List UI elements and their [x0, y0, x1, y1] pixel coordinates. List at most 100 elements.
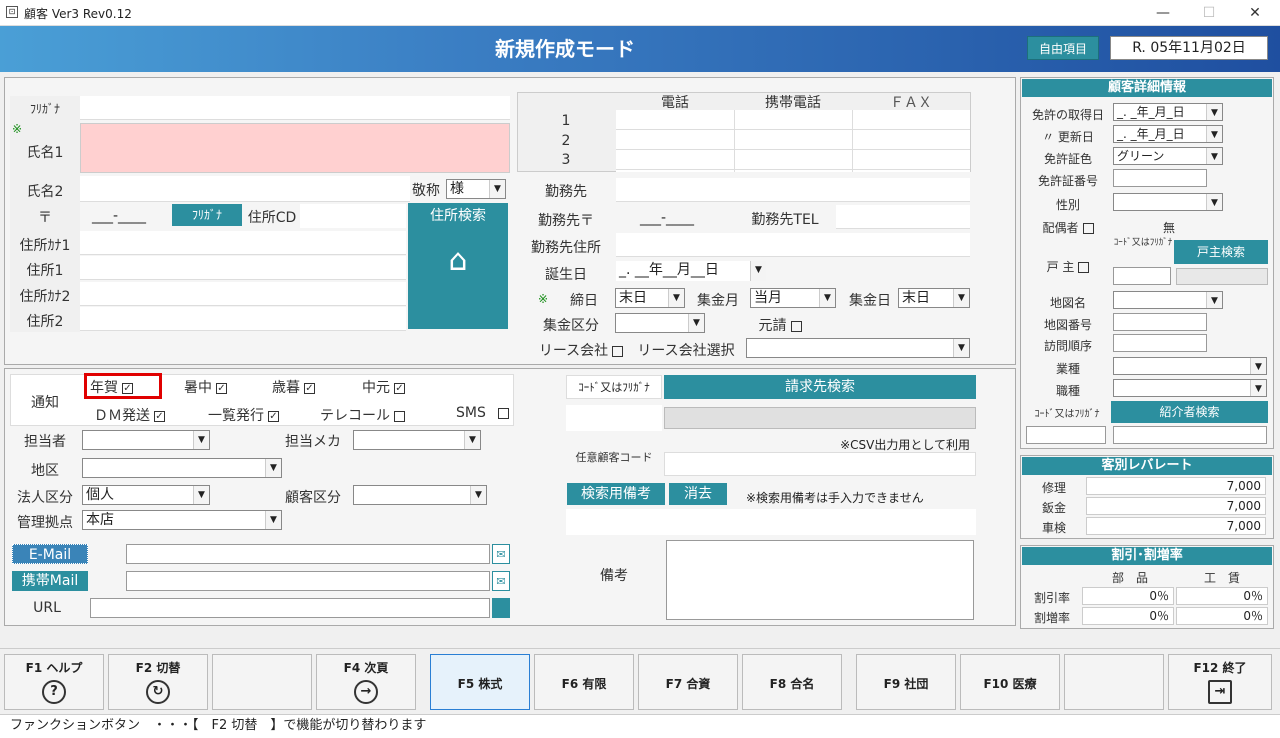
furigana-input[interactable]: [80, 96, 510, 120]
chiku-select[interactable]: ▼: [82, 458, 282, 478]
seibo-checkbox[interactable]: ✓: [304, 382, 315, 394]
license-no-input[interactable]: [1113, 169, 1207, 187]
bikou-textarea[interactable]: [666, 540, 974, 620]
email-input[interactable]: [126, 544, 490, 564]
mode-title: 新規作成モード: [495, 37, 635, 61]
work-address-input[interactable]: [616, 233, 970, 257]
license-color-select[interactable]: グリーン ▼: [1113, 147, 1223, 165]
kocho-checkbox[interactable]: [1078, 262, 1090, 273]
genseikyu-checkbox[interactable]: [790, 320, 802, 332]
kokyaku-select[interactable]: ▼: [353, 485, 487, 505]
rate-row-value[interactable]: 7,000: [1086, 517, 1266, 535]
kocho-code-input[interactable]: [1113, 267, 1171, 285]
seibo-label: 歳暮 ✓: [272, 380, 315, 396]
kocho-search-button[interactable]: 戸主検索: [1174, 240, 1268, 264]
bikou-search-display: [566, 509, 976, 535]
tanto-label: 担当者: [24, 434, 66, 450]
address-cd-input[interactable]: [300, 204, 406, 228]
industry-select[interactable]: ▼: [1113, 357, 1267, 375]
license-date-select[interactable]: _. _年_月_日 ▼: [1113, 103, 1223, 121]
f9-shadan-button[interactable]: F9 社団: [856, 654, 956, 710]
f4-next-page-button[interactable]: F4 次頁 →: [316, 654, 416, 710]
minimize-button[interactable]: —: [1140, 0, 1186, 26]
dm-checkbox[interactable]: ✓: [154, 410, 165, 422]
shochu-checkbox[interactable]: ✓: [216, 382, 227, 394]
phone-cells[interactable]: [616, 110, 970, 172]
address-kana2-input[interactable]: [80, 282, 406, 306]
dm-label: ＤＭ発送 ✓: [94, 408, 165, 424]
job-select[interactable]: ▼: [1113, 379, 1267, 397]
discount-labor-value[interactable]: 0％: [1176, 587, 1268, 605]
introducer-code-input[interactable]: [1026, 426, 1106, 444]
f1-help-button[interactable]: F1 ヘルプ?: [4, 654, 104, 710]
work-tel-input[interactable]: [836, 205, 970, 229]
map-name-select[interactable]: ▼: [1113, 291, 1223, 309]
keisho-select[interactable]: 様 ▼: [446, 179, 506, 199]
maximize-button[interactable]: ☐: [1186, 0, 1232, 26]
sms-checkbox[interactable]: [497, 407, 509, 419]
billing-search-button[interactable]: 請求先検索: [664, 375, 976, 399]
address2-input[interactable]: [80, 307, 406, 331]
visit-order-input[interactable]: [1113, 334, 1207, 352]
f11-empty-button[interactable]: [1064, 654, 1164, 710]
shime-select[interactable]: 末日 ▼: [615, 288, 685, 308]
work-zip-input[interactable]: ___-____: [640, 210, 720, 226]
mobile-mail-input[interactable]: [126, 571, 490, 591]
hojin-select[interactable]: 個人 ▼: [82, 485, 210, 505]
renew-date-select[interactable]: _. _年_月_日 ▼: [1113, 125, 1223, 143]
zip-input[interactable]: ___-____: [92, 208, 162, 224]
ichiran-label: 一覧発行 ✓: [208, 408, 279, 424]
f7-goshi-button[interactable]: F7 合資: [638, 654, 738, 710]
f10-iryo-button[interactable]: F10 医療: [960, 654, 1060, 710]
bikou-delete-button[interactable]: 消去: [669, 483, 727, 505]
ichiran-checkbox[interactable]: ✓: [268, 410, 279, 422]
tanto-select[interactable]: ▼: [82, 430, 210, 450]
url-input[interactable]: [90, 598, 490, 618]
f6-yugen-button[interactable]: F6 有限: [534, 654, 634, 710]
shukin-day-select[interactable]: 末日 ▼: [898, 288, 970, 308]
chugen-checkbox[interactable]: ✓: [394, 382, 405, 394]
birthday-select[interactable]: _. __年__月__日 ▼: [616, 261, 766, 281]
work-company-input[interactable]: [616, 178, 970, 202]
f8-gomei-button[interactable]: F8 合名: [742, 654, 842, 710]
discount-parts-value[interactable]: 0％: [1082, 587, 1174, 605]
address-kana1-input[interactable]: [80, 231, 406, 255]
f2-switch-button[interactable]: F2 切替 ↻: [108, 654, 208, 710]
rate-row-value[interactable]: 7,000: [1086, 477, 1266, 495]
lease-checkbox[interactable]: [612, 345, 624, 357]
email-button[interactable]: E-Mail: [12, 544, 88, 564]
nin-code-input[interactable]: [664, 452, 976, 476]
industry-label: 業種: [1055, 362, 1080, 376]
free-item-button[interactable]: 自由項目: [1027, 36, 1099, 60]
introducer-name-input[interactable]: [1113, 426, 1267, 444]
introducer-search-button[interactable]: 紹介者検索: [1111, 401, 1268, 423]
shukin-month-select[interactable]: 当月 ▼: [750, 288, 836, 308]
name2-input[interactable]: [80, 176, 410, 202]
surcharge-labor-value[interactable]: 0％: [1176, 607, 1268, 625]
gender-select[interactable]: ▼: [1113, 193, 1223, 211]
mobile-mail-button[interactable]: 携帯Mail: [12, 571, 88, 591]
furigana-button[interactable]: ﾌﾘｶﾞﾅ: [172, 204, 242, 226]
shukin-kubun-select[interactable]: ▼: [615, 313, 705, 333]
surcharge-parts-value[interactable]: 0％: [1082, 607, 1174, 625]
f5-kabushiki-button[interactable]: F5 株式: [430, 654, 530, 710]
f12-exit-button[interactable]: F12 終了 ⇥: [1168, 654, 1272, 710]
nenga-checkbox[interactable]: ✓: [122, 382, 133, 394]
address1-input[interactable]: [80, 256, 406, 280]
name1-input[interactable]: [80, 123, 510, 173]
rate-row-value[interactable]: 7,000: [1086, 497, 1266, 515]
email-send-icon[interactable]: ✉: [492, 544, 510, 564]
kanri-select[interactable]: 本店 ▼: [82, 510, 282, 530]
lease-select[interactable]: ▼: [746, 338, 970, 358]
tanto-maker-select[interactable]: ▼: [353, 430, 481, 450]
url-open-button[interactable]: [492, 598, 510, 618]
bikou-search-button[interactable]: 検索用備考: [567, 483, 665, 505]
f3-empty-button[interactable]: [212, 654, 312, 710]
close-button[interactable]: ✕: [1232, 0, 1278, 26]
map-no-input[interactable]: [1113, 313, 1207, 331]
telecall-checkbox[interactable]: [394, 410, 405, 422]
spouse-checkbox[interactable]: [1082, 223, 1094, 234]
mobile-mail-send-icon[interactable]: ✉: [492, 571, 510, 591]
billing-code-input[interactable]: [566, 405, 662, 431]
address-search-button[interactable]: 住所検索 ⌂: [408, 203, 508, 329]
